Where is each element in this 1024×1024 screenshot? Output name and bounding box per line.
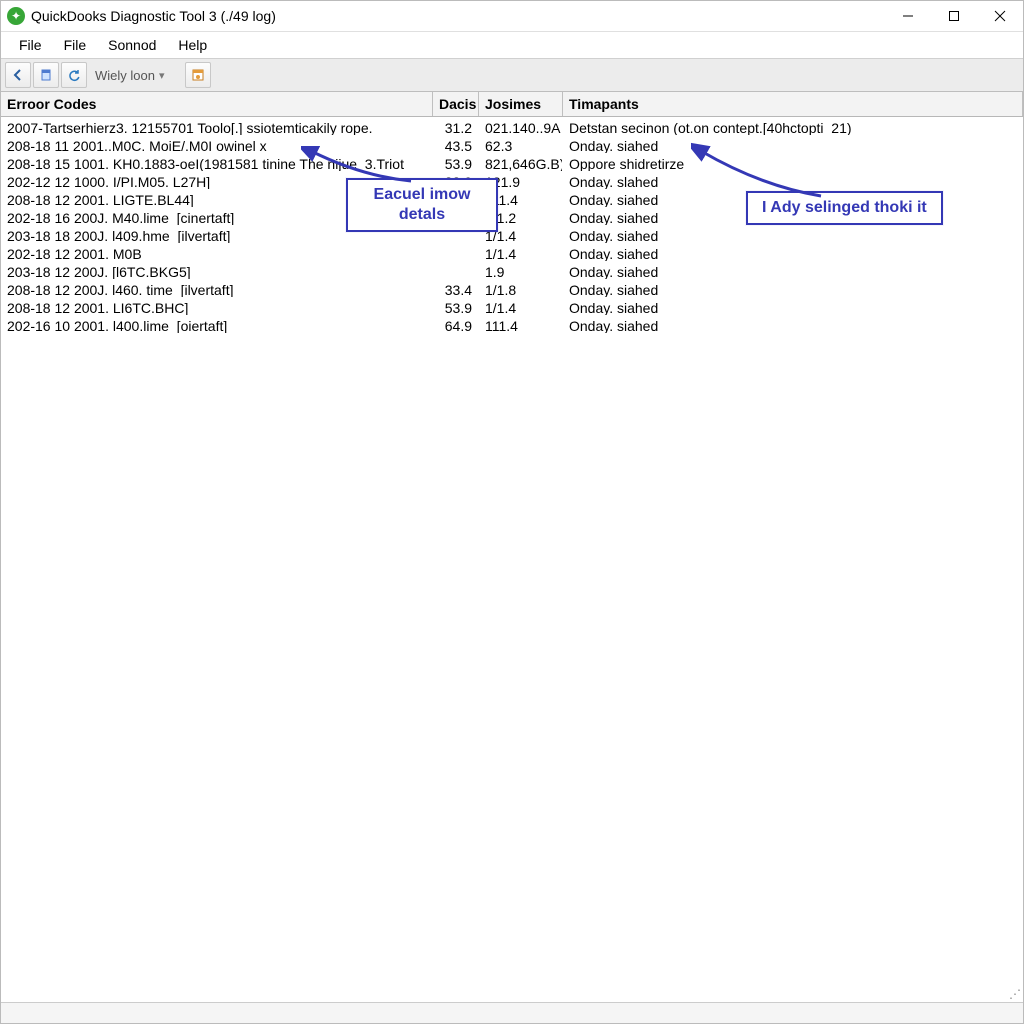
cell-josimes: 1/1.4: [479, 243, 563, 261]
cell-error: 2007-Tartserhierz3. 12155701 Toolo[.] ss…: [1, 117, 433, 135]
cell-josimes: 111.4: [479, 315, 563, 333]
table-row[interactable]: 2007-Tartserhierz3. 12155701 Toolo[.] ss…: [1, 117, 1023, 135]
status-bar: [1, 1002, 1023, 1023]
cell-timapants: Onday. siahed: [563, 243, 1023, 261]
cell-timapants: Onday. siahed: [563, 225, 1023, 243]
title-bar: ✦ QuickDooks Diagnostic Tool 3 (./49 log…: [1, 1, 1023, 31]
window-controls: [885, 1, 1023, 31]
menu-file-1[interactable]: File: [9, 35, 52, 55]
menu-file-2[interactable]: File: [54, 35, 97, 55]
cell-dacis: 53.9: [433, 153, 479, 171]
toolbar-label-text: Wiely loon: [95, 68, 155, 83]
table-row[interactable]: 208-18 15 1001. KH0.1883-oeI(1981581 tin…: [1, 153, 1023, 171]
col-header-josimes[interactable]: Josimes: [479, 92, 563, 116]
cell-dacis: [433, 243, 479, 261]
cell-josimes: 1.9: [479, 261, 563, 279]
close-button[interactable]: [977, 1, 1023, 31]
maximize-button[interactable]: [931, 1, 977, 31]
toolbar-btn-reload[interactable]: [61, 62, 87, 88]
table-row[interactable]: 208-18 12 2001. LI6TC.BHC]53.91/1.4Onday…: [1, 297, 1023, 315]
menu-help[interactable]: Help: [168, 35, 217, 55]
table-row[interactable]: 203-18 12 200J. [l6TC.BKG5] 1.9Onday. sia…: [1, 261, 1023, 279]
cell-josimes: 1/1.4: [479, 297, 563, 315]
cell-error: 208-18 11 2001..M0C. MoiE/.M0I owinel x: [1, 135, 433, 153]
table-row[interactable]: 202-18 12 2001. M0B 1/1.4Onday. siahed: [1, 243, 1023, 261]
app-icon: ✦: [7, 7, 25, 25]
toolbar-label: Wiely loon ▾: [95, 68, 169, 83]
table-header: Erroor Codes Dacis Josimes Timapants: [1, 92, 1023, 117]
toolbar-btn-report[interactable]: [185, 62, 211, 88]
cell-dacis: 53.9: [433, 297, 479, 315]
window-title: QuickDooks Diagnostic Tool 3 (./49 log): [31, 8, 276, 24]
cell-dacis: 31.2: [433, 117, 479, 135]
table-row[interactable]: 203-18 18 200J. l409.hme_[ilvertaft]1/1.…: [1, 225, 1023, 243]
table-row[interactable]: 202-16 10 2001. l400.lime_[oiertaft]64.9…: [1, 315, 1023, 333]
cell-timapants: Onday. siahed: [563, 315, 1023, 333]
col-header-timapants[interactable]: Timapants: [563, 92, 1023, 116]
cell-dacis: 64.9: [433, 315, 479, 333]
cell-error: 208-18 12 2001. LI6TC.BHC]: [1, 297, 433, 315]
cell-error: 203-18 12 200J. [l6TC.BKG5]: [1, 261, 433, 279]
table-row[interactable]: 202-12 12 1000. I/PI.M05. L27H]33.9121.9…: [1, 171, 1023, 189]
table-body[interactable]: 2007-Tartserhierz3. 12155701 Toolo[.] ss…: [1, 117, 1023, 1002]
cell-error: 208-18 12 200J. l460. time_[ilvertaft]: [1, 279, 433, 297]
table-row[interactable]: 208-18 12 200J. l460. time_[ilvertaft]33…: [1, 279, 1023, 297]
cell-timapants: Onday. siahed: [563, 135, 1023, 153]
cell-timapants: Onday. slahed: [563, 171, 1023, 189]
table-row[interactable]: 208-18 11 2001..M0C. MoiE/.M0I owinel x4…: [1, 135, 1023, 153]
cell-timapants: Onday. siahed: [563, 261, 1023, 279]
cell-timapants: Oppore shidretirze: [563, 153, 1023, 171]
minimize-button[interactable]: [885, 1, 931, 31]
toolbar-btn-back[interactable]: [5, 62, 31, 88]
cell-dacis: 33.4: [433, 279, 479, 297]
annotation-callout-2: I Ady selinged thoki it: [746, 191, 943, 225]
toolbar-btn-page[interactable]: [33, 62, 59, 88]
cell-josimes: 1/1.8: [479, 279, 563, 297]
cell-timapants: Detstan secinon (ot.on contept.[40hctopt…: [563, 117, 1023, 135]
menu-sonnod[interactable]: Sonnod: [98, 35, 166, 55]
cell-josimes: 821,646G.B): [479, 153, 563, 171]
cell-josimes: 021.140..9A: [479, 117, 563, 135]
annotation-callout-2-text: I Ady selinged thoki it: [762, 199, 927, 216]
cell-error: 202-16 10 2001. l400.lime_[oiertaft]: [1, 315, 433, 333]
col-header-dacis[interactable]: Dacis: [433, 92, 479, 116]
cell-error: 208-18 15 1001. KH0.1883-oeI(1981581 tin…: [1, 153, 433, 171]
cell-dacis: 43.5: [433, 135, 479, 153]
cell-error: 202-18 12 2001. M0B: [1, 243, 433, 261]
cell-timapants: Onday. siahed: [563, 297, 1023, 315]
col-header-error[interactable]: Erroor Codes: [1, 92, 433, 116]
resize-grip-icon: ⋰: [1009, 987, 1021, 1001]
cell-timapants: Onday. siahed: [563, 279, 1023, 297]
menu-bar: File File Sonnod Help: [1, 31, 1023, 58]
annotation-callout-1-text: Eacuel imow detals: [374, 186, 471, 223]
app-window: ✦ QuickDooks Diagnostic Tool 3 (./49 log…: [0, 0, 1024, 1024]
cell-josimes: 62.3: [479, 135, 563, 153]
chevron-down-icon: ▾: [159, 69, 165, 82]
annotation-callout-1: Eacuel imow detals: [346, 178, 498, 232]
toolbar: Wiely loon ▾: [1, 58, 1023, 92]
cell-dacis: [433, 261, 479, 279]
